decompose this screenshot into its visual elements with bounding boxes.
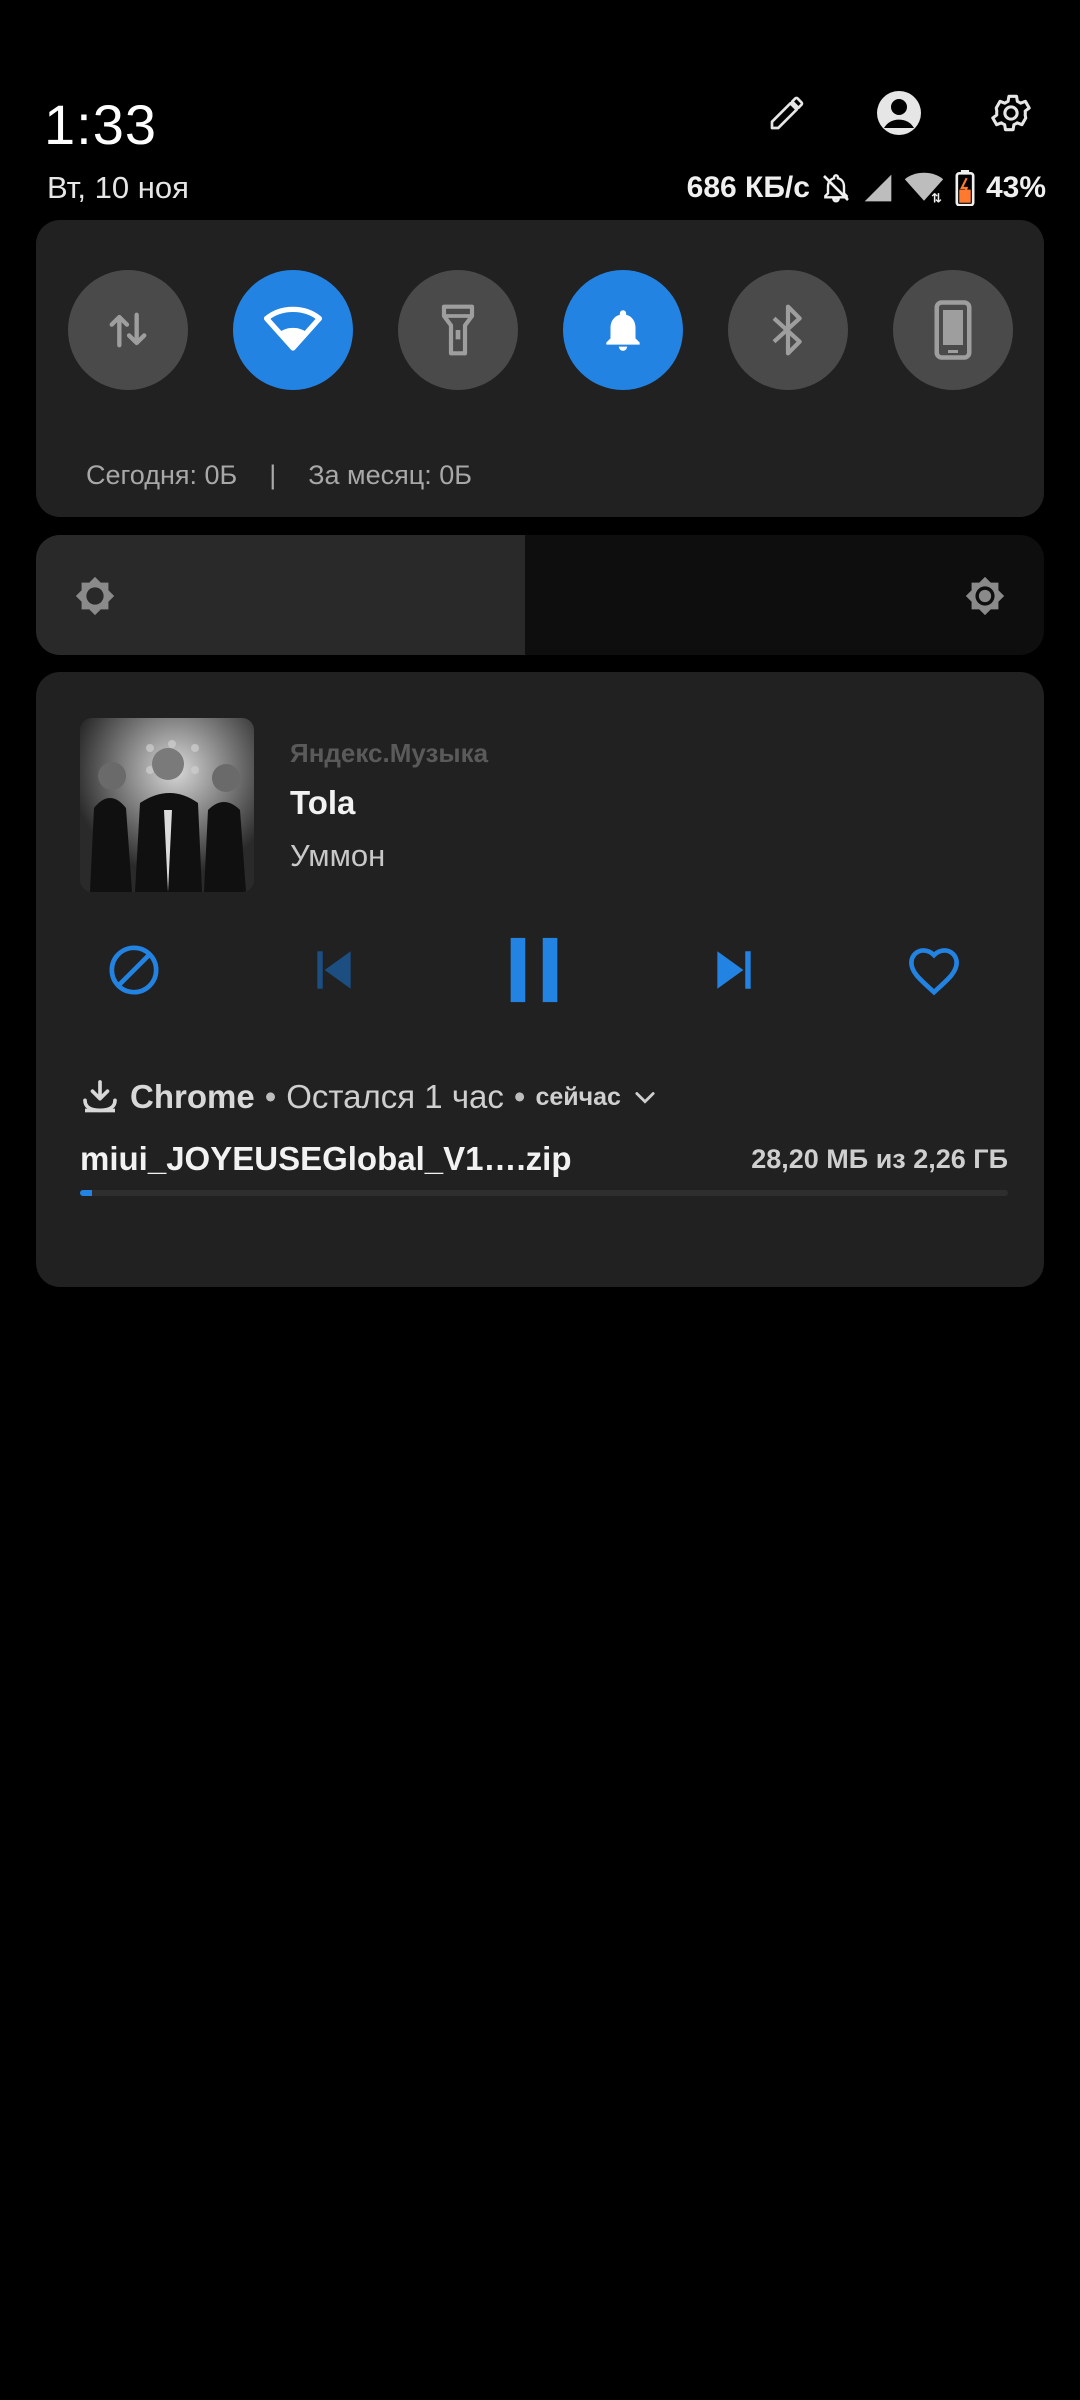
download-size: 28,20 МБ из 2,26 ГБ <box>751 1144 1008 1174</box>
data-usage-separator: | <box>269 460 277 490</box>
download-time: сейчас <box>535 1082 621 1111</box>
track-artist: Уммон <box>290 838 386 873</box>
arrows-updown-icon <box>109 312 147 348</box>
toggle-wifi[interactable] <box>233 270 353 390</box>
date: Вт, 10 ноя <box>47 170 189 205</box>
download-filename: miui_JOYEUSEGlobal_V1….zip <box>80 1140 572 1177</box>
toggle-flashlight[interactable] <box>398 270 518 390</box>
album-art[interactable] <box>80 718 254 892</box>
quick-settings-panel: Сегодня: 0Б | За месяц: 0Б <box>36 220 1044 517</box>
data-usage-today: Сегодня: 0Б <box>86 460 238 490</box>
toggle-mobile-data[interactable] <box>68 270 188 390</box>
wifi-icon: ⇅ <box>904 172 944 204</box>
bluetooth-icon <box>772 304 802 356</box>
download-app-name: Chrome <box>130 1078 255 1115</box>
notification-shade: 1:33 Вт, 10 ноя 686 КБ/с ⇅ 43% Сегодня: … <box>0 0 1080 2400</box>
status-bar: 686 КБ/с ⇅ 43% <box>687 168 1046 208</box>
brightness-low-icon <box>75 576 115 616</box>
block-icon <box>109 945 159 995</box>
pause-icon <box>510 937 558 1003</box>
separator-dot: • <box>264 1078 277 1115</box>
download-progress-bar <box>80 1190 1008 1196</box>
edit-icon[interactable] <box>760 86 814 140</box>
pause-button[interactable] <box>494 930 574 1010</box>
previous-button[interactable] <box>294 930 374 1010</box>
settings-icon[interactable] <box>984 86 1038 140</box>
phone-icon <box>934 300 972 360</box>
next-icon <box>717 951 751 989</box>
media-app-name: Яндекс.Музыка <box>290 738 489 768</box>
heart-icon <box>909 948 959 996</box>
download-remaining: Остался 1 час <box>286 1078 504 1115</box>
battery-percent: 43% <box>985 171 1046 204</box>
brightness-high-icon <box>965 576 1005 616</box>
toggle-sound[interactable] <box>563 270 683 390</box>
cellular-signal-icon <box>862 172 894 204</box>
block-button[interactable] <box>94 930 174 1010</box>
download-icon <box>83 1080 117 1113</box>
svg-text:⇅: ⇅ <box>931 191 942 204</box>
chevron-down-icon[interactable] <box>631 1083 659 1111</box>
previous-icon <box>317 951 351 989</box>
separator-dot: • <box>513 1078 526 1115</box>
download-progress-fill <box>80 1190 92 1196</box>
network-speed: 686 КБ/с <box>686 171 810 204</box>
data-usage-month: За месяц: 0Б <box>308 460 472 490</box>
bell-icon <box>606 310 640 351</box>
bell-off-icon <box>820 171 852 205</box>
clock: 1:33 <box>44 93 157 156</box>
brightness-slider[interactable] <box>36 535 1044 655</box>
next-button[interactable] <box>694 930 774 1010</box>
data-usage: Сегодня: 0Б | За месяц: 0Б <box>86 460 472 491</box>
like-button[interactable] <box>894 930 974 1010</box>
toggle-rotation[interactable] <box>893 270 1013 390</box>
flashlight-icon <box>441 304 475 356</box>
account-icon[interactable] <box>872 86 926 140</box>
battery-charging-icon <box>954 170 976 206</box>
toggle-bluetooth[interactable] <box>728 270 848 390</box>
track-title: Tola <box>290 784 356 821</box>
media-notification: Яндекс.Музыка Tola Уммон Chrome • Осталс… <box>36 672 1044 1287</box>
download-header[interactable]: Chrome • Остался 1 час • сейчас <box>80 1072 659 1122</box>
wifi-icon <box>264 306 322 351</box>
